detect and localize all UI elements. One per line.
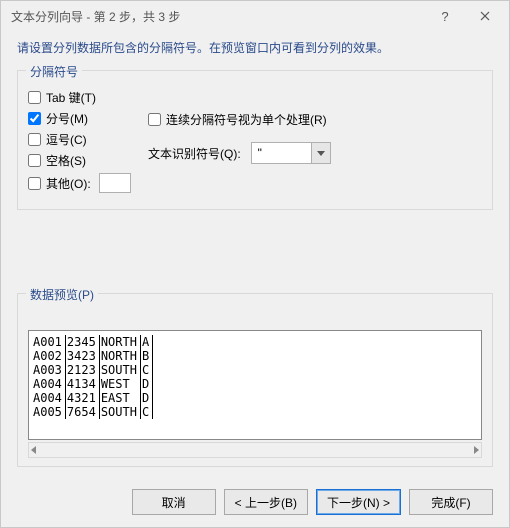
qualifier-label: 文本识别符号(Q): [148,145,241,162]
delimiters-group: 分隔符号 Tab 键(T) 分号(M) 逗号(C) [17,70,493,210]
table-cell: B [140,349,152,363]
semicolon-checkbox[interactable]: 分号(M) [28,110,148,127]
table-cell: A005 [33,405,65,419]
table-cell: 4134 [65,377,99,391]
other-checkbox[interactable]: 其他(O): [28,173,148,193]
table-cell: EAST [99,391,140,405]
table-cell: A004 [33,377,65,391]
table-cell: 7654 [65,405,99,419]
table-row: A0012345NORTHA [33,335,153,349]
table-cell: A [140,335,152,349]
table-cell: SOUTH [99,405,140,419]
table-cell: NORTH [99,349,140,363]
finish-button[interactable]: 完成(F) [409,489,493,515]
other-label: 其他(O): [46,175,91,192]
close-icon [480,11,490,21]
button-row: 取消 < 上一步(B) 下一步(N) > 完成(F) [1,477,509,527]
close-button[interactable] [465,3,505,29]
table-cell: SOUTH [99,363,140,377]
table-cell: 2345 [65,335,99,349]
dialog-content: 请设置分列数据所包含的分隔符号。在预览窗口内可看到分列的效果。 分隔符号 Tab… [1,31,509,477]
qualifier-value[interactable] [251,142,311,164]
table-cell: A003 [33,363,65,377]
preview-table: A0012345NORTHAA0023423NORTHBA0032123SOUT… [33,335,153,419]
titlebar: 文本分列向导 - 第 2 步，共 3 步 ? [1,1,509,31]
qualifier-dropdown-button[interactable] [311,142,331,164]
chevron-down-icon [317,151,325,156]
table-cell: D [140,391,152,405]
horizontal-scrollbar[interactable] [28,442,482,458]
table-row: A0032123SOUTHC [33,363,153,377]
consecutive-checkbox[interactable]: 连续分隔符号视为单个处理(R) [148,111,482,128]
semicolon-label: 分号(M) [46,110,88,127]
titlebar-buttons: ? [425,3,505,29]
wizard-dialog: 文本分列向导 - 第 2 步，共 3 步 ? 请设置分列数据所包含的分隔符号。在… [0,0,510,528]
table-cell: A001 [33,335,65,349]
table-cell: 4321 [65,391,99,405]
table-cell: A004 [33,391,65,405]
other-input[interactable] [99,173,131,193]
preview-legend: 数据预览(P) [26,286,98,303]
consecutive-label: 连续分隔符号视为单个处理(R) [166,111,327,128]
scroll-right-icon [474,446,479,454]
table-cell: A002 [33,349,65,363]
scroll-left-icon [31,446,36,454]
back-button[interactable]: < 上一步(B) [224,489,308,515]
table-cell: 3423 [65,349,99,363]
preview-group: 数据预览(P) A0012345NORTHAA0023423NORTHBA003… [17,293,493,467]
table-row: A0023423NORTHB [33,349,153,363]
table-cell: NORTH [99,335,140,349]
table-cell: D [140,377,152,391]
table-cell: C [140,405,152,419]
table-cell: WEST [99,377,140,391]
table-cell: 2123 [65,363,99,377]
window-title: 文本分列向导 - 第 2 步，共 3 步 [11,8,425,25]
instruction-text: 请设置分列数据所包含的分隔符号。在预览窗口内可看到分列的效果。 [17,39,493,56]
table-row: A0044134WESTD [33,377,153,391]
table-cell: C [140,363,152,377]
table-row: A0057654SOUTHC [33,405,153,419]
tab-label: Tab 键(T) [46,89,96,106]
cancel-button[interactable]: 取消 [132,489,216,515]
delimiters-legend: 分隔符号 [26,63,82,80]
table-row: A0044321EASTD [33,391,153,405]
help-button[interactable]: ? [425,3,465,29]
space-label: 空格(S) [46,152,86,169]
preview-box: A0012345NORTHAA0023423NORTHBA0032123SOUT… [28,330,482,440]
delimiter-options: Tab 键(T) 分号(M) 逗号(C) 空格(S) [28,85,148,197]
tab-checkbox[interactable]: Tab 键(T) [28,89,148,106]
comma-label: 逗号(C) [46,131,87,148]
space-checkbox[interactable]: 空格(S) [28,152,148,169]
next-button[interactable]: 下一步(N) > [316,489,401,515]
qualifier-select[interactable] [251,142,331,164]
comma-checkbox[interactable]: 逗号(C) [28,131,148,148]
